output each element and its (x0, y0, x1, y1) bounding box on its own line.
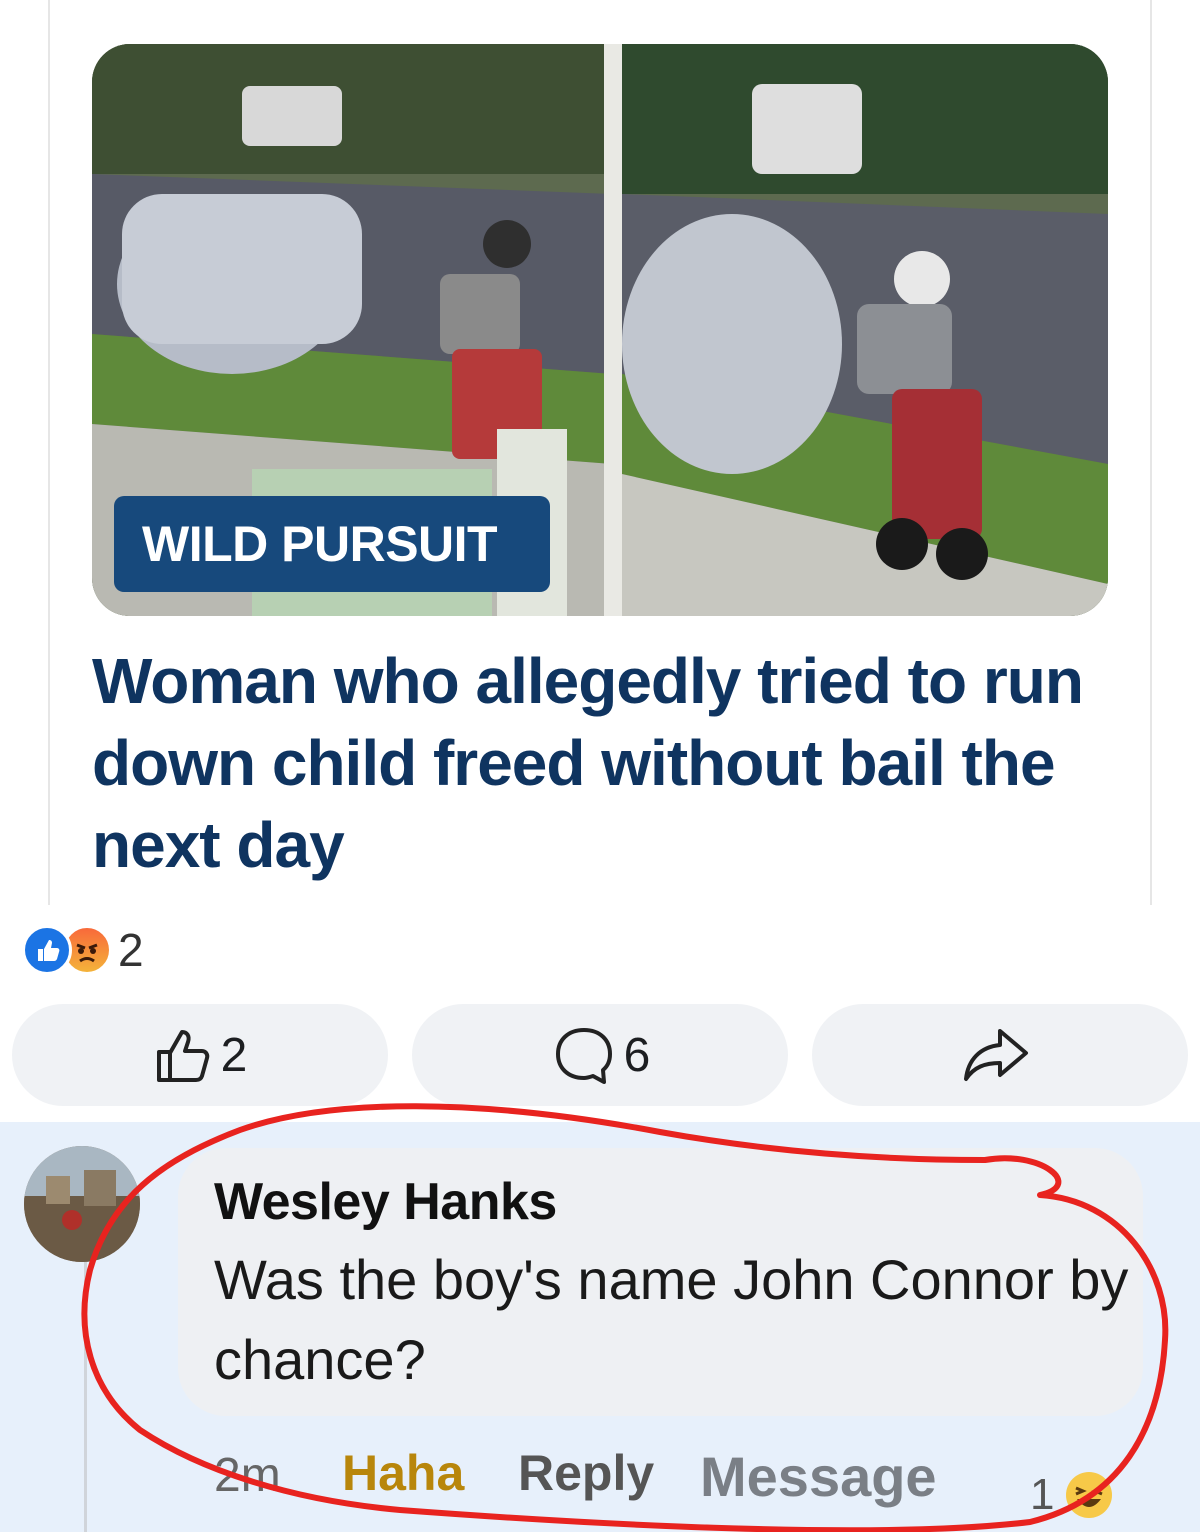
comment-icon (555, 1028, 612, 1084)
comment-text: Was the boy's name John Connor by chance… (214, 1248, 1129, 1391)
like-count: 2 (220, 1028, 248, 1082)
thread-line (84, 1262, 87, 1532)
reaction-summary[interactable]: 2 (22, 920, 144, 980)
share-icon (964, 1029, 1028, 1081)
like-icon (22, 925, 72, 975)
comment-count: 6 (623, 1028, 651, 1082)
share-button[interactable] (812, 1004, 1188, 1106)
haha-emoji-icon (1066, 1472, 1112, 1518)
message-button[interactable]: Message (700, 1444, 937, 1509)
haha-reaction-button[interactable]: Haha (342, 1444, 464, 1502)
post-headline[interactable]: Woman who allegedly tried to run down ch… (92, 640, 1092, 886)
comment-button[interactable]: 6 (412, 1004, 788, 1106)
like-button[interactable]: 2 (12, 1004, 388, 1106)
category-badge: WILD PURSUIT (114, 496, 550, 592)
comment-author[interactable]: Wesley Hanks (214, 1172, 557, 1232)
reaction-count: 2 (118, 924, 144, 976)
badge-label: WILD PURSUIT (142, 516, 498, 572)
avatar[interactable] (24, 1146, 140, 1262)
reply-button[interactable]: Reply (518, 1444, 654, 1502)
comment-reaction-count: 1 (1030, 1470, 1055, 1519)
comment-timestamp[interactable]: 2m (214, 1448, 281, 1503)
thumbs-up-icon (156, 1030, 209, 1082)
